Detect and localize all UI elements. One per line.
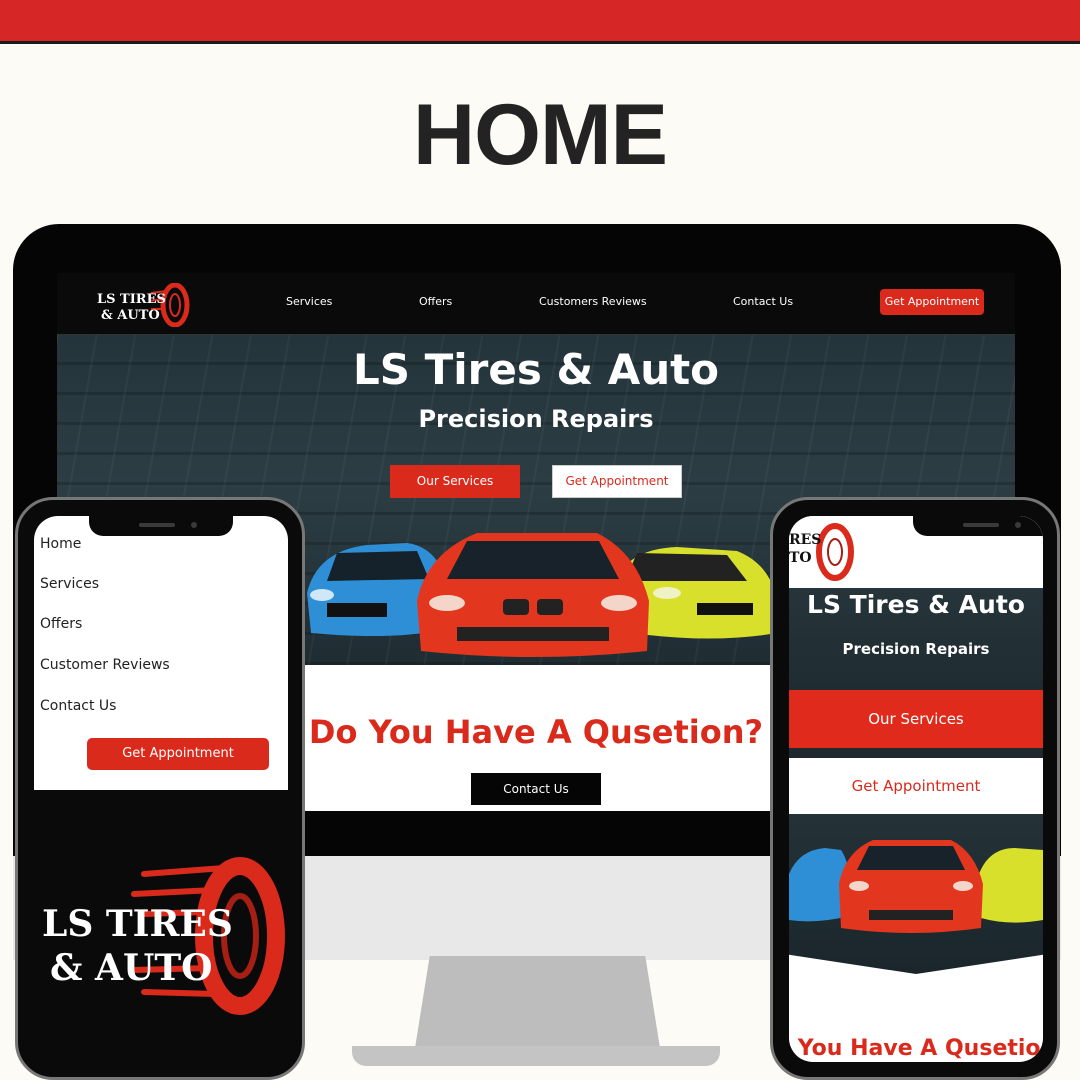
mobile-our-services-button[interactable]: Our Services bbox=[789, 690, 1043, 748]
menu-item-services[interactable]: Services bbox=[40, 576, 99, 592]
nav-offers[interactable]: Offers bbox=[419, 295, 452, 308]
phone-right-screen: RES TO LS Tires & Auto Precision Repairs… bbox=[789, 516, 1043, 1062]
hero-subtitle: Precision Repairs bbox=[418, 405, 654, 433]
desktop-navbar: LS TIRES & AUTO Services Offers Customer… bbox=[57, 273, 1015, 335]
mobile-divider bbox=[789, 748, 1043, 758]
large-logo-line2: & AUTO bbox=[50, 947, 213, 989]
phone-left-screen: Home Services Offers Customer Reviews Co… bbox=[34, 516, 288, 1062]
menu-get-appointment-button[interactable]: Get Appointment bbox=[87, 738, 269, 770]
mobile-logo[interactable]: RES TO bbox=[789, 522, 869, 582]
mobile-cars-section bbox=[789, 814, 1043, 974]
phone-notch bbox=[913, 516, 1043, 536]
nav-customer-reviews[interactable]: Customers Reviews bbox=[539, 295, 647, 308]
large-logo-line1: LS TIRES bbox=[42, 903, 233, 945]
nav-services[interactable]: Services bbox=[286, 295, 332, 308]
monitor-stand-base bbox=[352, 1046, 720, 1066]
question-heading: Do You Have A Qusetion? bbox=[308, 713, 764, 751]
red-car bbox=[417, 533, 649, 657]
our-services-button[interactable]: Our Services bbox=[390, 465, 520, 498]
nav-contact[interactable]: Contact Us bbox=[733, 295, 793, 308]
logo-line2: & AUTO bbox=[101, 308, 160, 323]
nav-get-appointment-button[interactable]: Get Appointment bbox=[880, 289, 984, 315]
monitor-stand bbox=[415, 956, 660, 1048]
menu-item-home[interactable]: Home bbox=[40, 536, 81, 552]
menu-item-customer-reviews[interactable]: Customer Reviews bbox=[40, 657, 170, 673]
cars-image bbox=[307, 533, 777, 657]
contact-us-button[interactable]: Contact Us bbox=[471, 773, 601, 805]
phone-right: RES TO LS Tires & Auto Precision Repairs… bbox=[770, 497, 1060, 1080]
hero-title: LS Tires & Auto bbox=[352, 345, 720, 394]
mobile-hero-subtitle: Precision Repairs bbox=[842, 640, 990, 658]
large-logo: LS TIRES & AUTO bbox=[42, 857, 285, 1015]
menu-item-offers[interactable]: Offers bbox=[40, 616, 82, 632]
page-headline: HOME bbox=[413, 87, 668, 183]
mobile-menu: Home Services Offers Customer Reviews Co… bbox=[34, 516, 288, 790]
menu-item-contact[interactable]: Contact Us bbox=[40, 698, 116, 714]
mobile-logo-line2: TO bbox=[789, 550, 812, 566]
mobile-question-heading: o You Have A Qusetion bbox=[789, 1036, 1043, 1061]
mobile-hero-title: LS Tires & Auto bbox=[807, 590, 1025, 619]
mobile-logo-line1: RES bbox=[789, 532, 821, 548]
phone-notch bbox=[89, 516, 233, 536]
logo-line1: LS TIRES bbox=[97, 292, 166, 307]
phone-left: Home Services Offers Customer Reviews Co… bbox=[15, 497, 305, 1080]
mobile-get-appointment-button[interactable]: Get Appointment bbox=[789, 758, 1043, 814]
get-appointment-button[interactable]: Get Appointment bbox=[552, 465, 682, 498]
mobile-hero: LS Tires & Auto Precision Repairs bbox=[789, 588, 1043, 690]
top-red-bar bbox=[0, 0, 1080, 44]
tire-icon bbox=[816, 523, 854, 581]
mobile-cars-image bbox=[789, 840, 1043, 933]
site-logo[interactable]: LS TIRES & AUTO bbox=[95, 283, 195, 327]
